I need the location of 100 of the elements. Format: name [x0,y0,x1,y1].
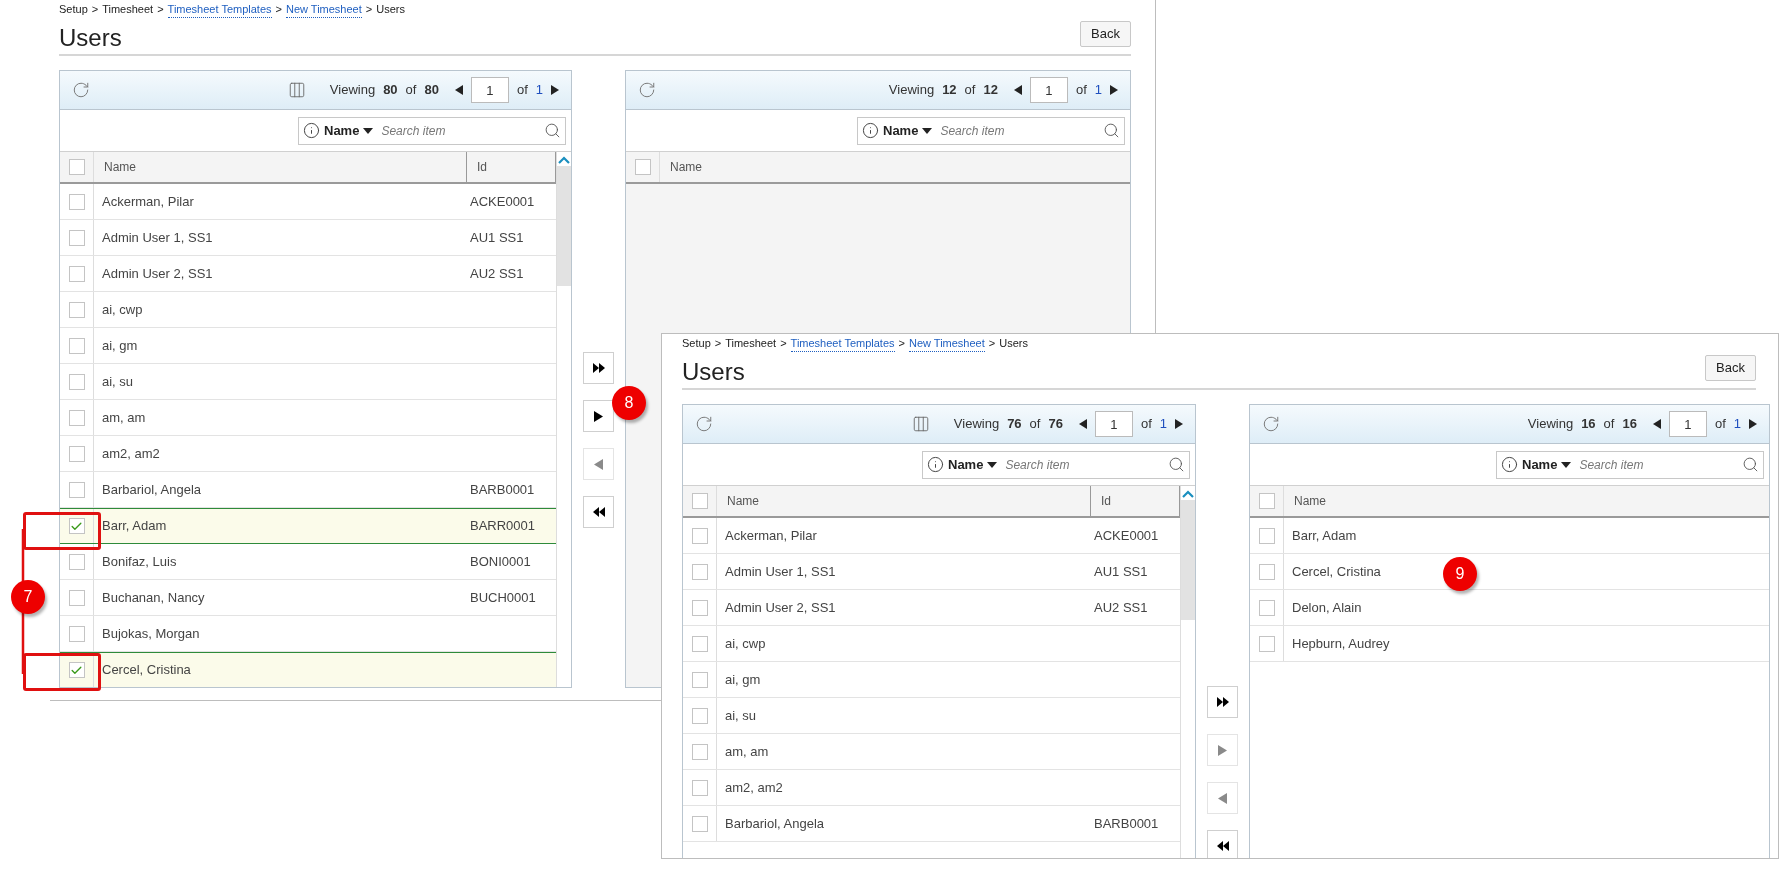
search-field[interactable]: Name Search item [857,116,1125,145]
column-header[interactable]: Name [660,158,1130,176]
checkbox[interactable] [68,373,85,390]
breadcrumb-link[interactable]: Timesheet Templates [790,334,895,353]
checkbox[interactable] [691,743,708,760]
search-field-selector[interactable]: Name [1522,454,1558,475]
list-row[interactable]: am2, am2 [683,770,1180,806]
refresh-icon[interactable] [695,415,713,433]
search-icon[interactable] [1742,456,1759,473]
search-field-selector[interactable]: Name [324,120,360,141]
search-field-selector[interactable]: Name [883,120,919,141]
checkbox[interactable] [691,527,708,544]
breadcrumb-link[interactable]: New Timesheet [285,0,362,19]
list-row[interactable]: Admin User 1, SS1 AU1 SS1 [683,554,1180,590]
checkbox[interactable] [68,662,85,678]
checkbox[interactable] [68,589,85,606]
info-icon[interactable] [927,456,944,473]
page-field[interactable]: 1 [1094,411,1133,437]
list-row[interactable]: am, am [683,734,1180,770]
checkbox[interactable] [1258,493,1275,509]
search-input[interactable]: Search item [381,121,540,140]
checkbox[interactable] [691,599,708,616]
checkbox[interactable] [1258,599,1275,616]
list-row[interactable]: Hepburn, Audrey [1250,626,1769,662]
refresh-icon[interactable] [638,81,656,99]
list-row[interactable]: Cercel, Cristina [60,652,556,687]
list-row[interactable]: am, am [60,400,556,436]
scrollbar-thumb[interactable] [557,166,571,286]
list-row[interactable]: Admin User 2, SS1 AU2 SS1 [683,590,1180,626]
search-field[interactable]: Name Search item [298,116,566,145]
list-row[interactable]: Admin User 2, SS1 AU2 SS1 [60,256,556,292]
back-button[interactable]: Back [1080,21,1131,47]
list-row[interactable]: ai, cwp [60,292,556,328]
columns-icon[interactable] [287,81,306,99]
column-header[interactable]: Name [94,158,466,176]
page-field[interactable]: 1 [1029,77,1068,103]
checkbox[interactable] [691,707,708,724]
info-icon[interactable] [303,122,320,139]
checkbox[interactable] [68,337,85,354]
list-row[interactable]: am2, am2 [60,436,556,472]
list-row[interactable]: Bujokas, Morgan [60,616,556,652]
list-row[interactable]: ai, cwp [683,626,1180,662]
column-header[interactable]: Name [1284,492,1769,510]
checkbox[interactable] [68,409,85,426]
list-row[interactable]: Barr, Adam [1250,518,1769,554]
transfer-button[interactable] [583,352,614,384]
info-icon[interactable] [1501,456,1518,473]
checkbox[interactable] [68,553,85,570]
transfer-button[interactable] [1207,830,1238,858]
search-icon[interactable] [1103,122,1120,139]
page-field[interactable]: 1 [470,77,509,103]
scrollbar-thumb[interactable] [1181,500,1195,620]
search-field-selector[interactable]: Name [948,454,984,475]
search-field[interactable]: Name Search item [1496,450,1764,479]
checkbox[interactable] [691,815,708,832]
checkbox[interactable] [68,229,85,246]
transfer-button[interactable] [1207,686,1238,718]
search-field[interactable]: Name Search item [922,450,1190,479]
search-icon[interactable] [544,122,561,139]
checkbox[interactable] [691,563,708,580]
scroll-up-icon[interactable] [558,156,570,164]
breadcrumb-link[interactable]: New Timesheet [908,334,985,353]
checkbox[interactable] [68,159,85,175]
checkbox[interactable] [1258,635,1275,652]
list-row[interactable]: ai, su [683,698,1180,734]
checkbox[interactable] [68,265,85,282]
scroll-up-icon[interactable] [1182,490,1194,498]
search-input[interactable]: Search item [1579,455,1738,474]
scrollbar[interactable] [556,152,571,687]
checkbox[interactable] [68,481,85,498]
transfer-button[interactable] [583,400,614,432]
checkbox[interactable] [68,518,85,534]
checkbox[interactable] [1258,563,1275,580]
search-input[interactable]: Search item [940,121,1099,140]
list-row[interactable]: ai, gm [683,662,1180,698]
checkbox[interactable] [1258,527,1275,544]
search-icon[interactable] [1168,456,1185,473]
checkbox[interactable] [68,445,85,462]
checkbox[interactable] [691,671,708,688]
list-row[interactable]: Ackerman, Pilar ACKE0001 [683,518,1180,554]
checkbox[interactable] [634,159,651,175]
list-row[interactable]: Delon, Alain [1250,590,1769,626]
checkbox[interactable] [68,193,85,210]
list-row[interactable]: Bonifaz, Luis BONI0001 [60,544,556,580]
column-header[interactable]: Name [717,492,1090,510]
list-row[interactable]: ai, gm [60,328,556,364]
list-row[interactable]: ai, su [60,364,556,400]
search-input[interactable]: Search item [1005,455,1164,474]
page-field[interactable]: 1 [1668,411,1707,437]
scrollbar[interactable] [1180,486,1195,858]
info-icon[interactable] [862,122,879,139]
list-row[interactable]: Barbariol, Angela BARB0001 [683,806,1180,842]
checkbox[interactable] [68,301,85,318]
refresh-icon[interactable] [1262,415,1280,433]
breadcrumb-link[interactable]: Timesheet Templates [167,0,272,19]
list-row[interactable]: Barbariol, Angela BARB0001 [60,472,556,508]
checkbox[interactable] [68,625,85,642]
list-row[interactable]: Barr, Adam BARR0001 [60,508,556,544]
list-row[interactable]: Ackerman, Pilar ACKE0001 [60,184,556,220]
checkbox[interactable] [691,779,708,796]
